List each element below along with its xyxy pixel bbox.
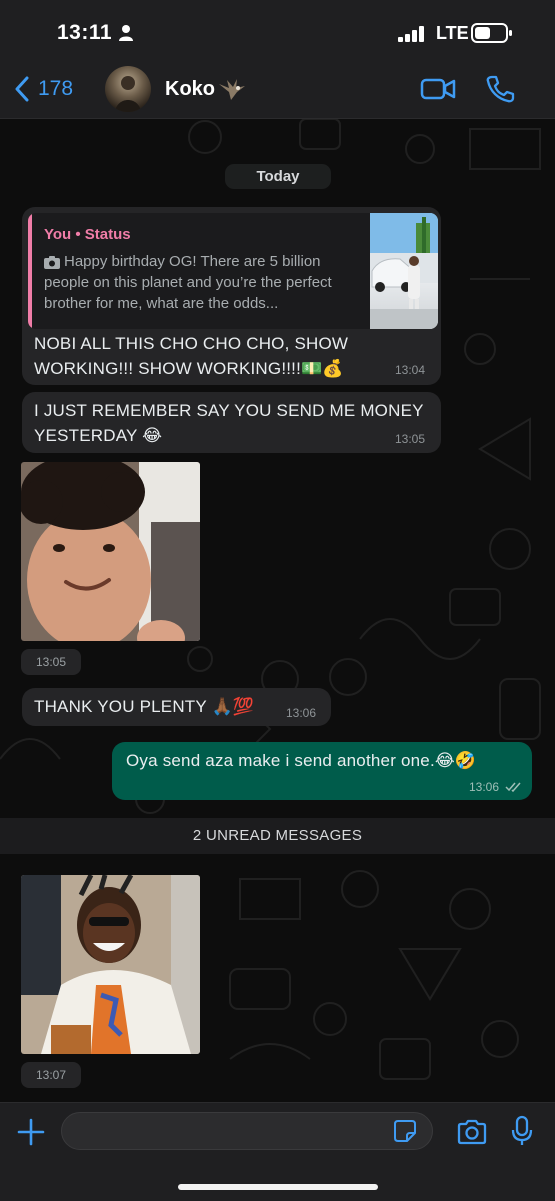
unread-messages-divider: 2 UNREAD MESSAGES [0,818,555,854]
microphone-icon[interactable] [511,1115,533,1147]
message-time: 13:06 [469,780,500,794]
unread-chats-count: 178 [38,77,74,100]
eagle-emoji-icon [219,79,245,100]
cellular-signal-icon [398,26,424,42]
message-time: 13:05 [395,432,426,446]
chat-header: 178 Koko [0,60,555,119]
double-check-icon [505,782,521,792]
chat-area[interactable]: Today You • Status Happy birthday OG! Th… [0,119,555,1102]
incoming-message[interactable]: You • Status Happy birthday OG! There ar… [22,207,441,385]
image-time: 13:07 [21,1062,81,1088]
message-text: NOBI ALL THIS CHO CHO CHO, SHOW WORKING!… [34,334,349,378]
video-call-icon[interactable] [420,76,456,102]
date-separator: Today [225,164,331,189]
incoming-message[interactable]: I JUST REMEMBER SAY YOU SEND ME MONEY YE… [22,392,441,453]
message-time: 13:04 [395,363,426,377]
incoming-message[interactable]: THANK YOU PLENTY 🙏🏾💯 13:06 [22,688,331,726]
phone-icon[interactable] [485,74,515,104]
message-text: Oya send aza make i send another one.😂🤣 [126,751,477,770]
quoted-status[interactable]: You • Status Happy birthday OG! There ar… [28,213,438,329]
image-message[interactable] [21,462,200,641]
message-text: I JUST REMEMBER SAY YOU SEND ME MONEY YE… [34,401,424,445]
person-icon [119,25,133,41]
network-type: LTE [436,23,469,43]
back-button[interactable]: 178 [14,74,73,104]
quote-accent-bar [28,213,32,329]
quote-text: Happy birthday OG! There are 5 billion p… [44,253,332,312]
status-time: 13:11 [57,21,113,44]
contact-avatar[interactable] [105,66,151,112]
image-time: 13:05 [21,649,81,675]
message-time: 13:06 [286,706,317,720]
status-thumbnail [370,213,438,329]
quote-author: You • Status [44,226,131,243]
home-indicator[interactable] [178,1184,378,1190]
battery-icon [471,23,512,43]
outgoing-message[interactable]: Oya send aza make i send another one.😂🤣 … [112,742,532,800]
plus-icon[interactable] [16,1117,46,1147]
contact-name[interactable]: Koko [165,78,215,101]
message-input[interactable] [61,1112,433,1150]
message-text: THANK YOU PLENTY 🙏🏾💯 [34,697,255,716]
status-bar: 13:11 LTE [0,0,555,60]
sticker-icon[interactable] [393,1119,417,1143]
back-chevron-icon [15,76,29,102]
image-message[interactable] [21,875,200,1054]
camera-icon[interactable] [456,1118,488,1146]
message-composer [0,1102,555,1201]
